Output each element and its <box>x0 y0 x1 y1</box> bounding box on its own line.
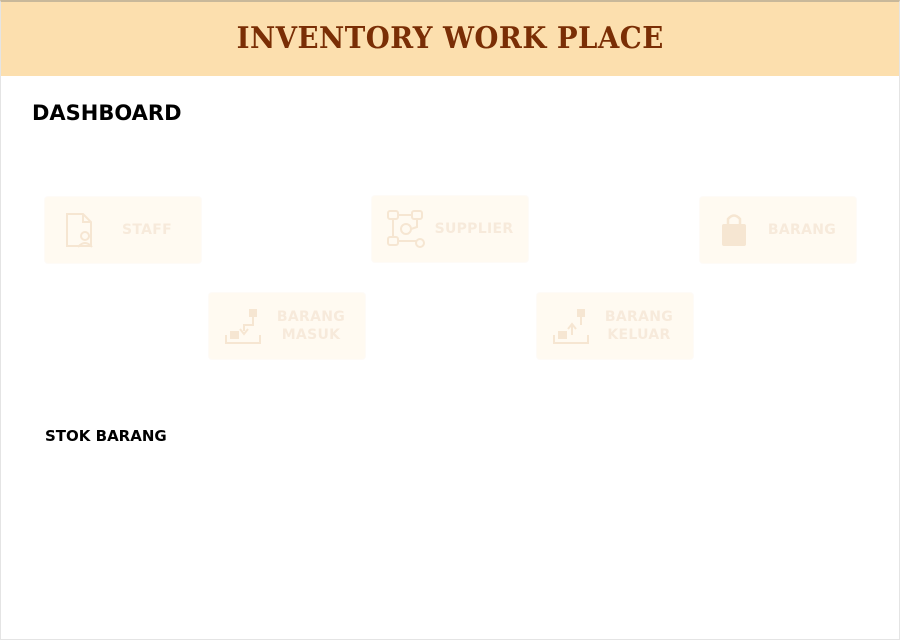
page-title: DASHBOARD <box>32 101 182 125</box>
barang-tile-label: BARANG <box>767 222 837 238</box>
supplier-tile-label: SUPPLIER <box>434 221 514 237</box>
staff-tile-label: STAFF <box>121 222 172 238</box>
stok-barang-heading: STOK BARANG <box>45 427 167 445</box>
box-outbound-icon <box>549 304 593 348</box>
barang-tile-button[interactable]: BARANG <box>700 197 856 263</box>
barang-keluar-tile-button[interactable]: BARANG KELUAR <box>537 293 693 359</box>
app-title: INVENTORY WORK PLACE <box>236 20 664 56</box>
top-header-bar: INVENTORY WORK PLACE <box>1 2 899 76</box>
barang-masuk-tile-label: BARANG MASUK <box>276 309 346 343</box>
barang-masuk-tile-button[interactable]: BARANG MASUK <box>209 293 365 359</box>
supplier-network-icon <box>384 207 428 251</box>
barang-keluar-tile-label: BARANG KELUAR <box>604 309 674 343</box>
app-window: INVENTORY WORK PLACE DASHBOARD STAFF SUP… <box>0 0 900 640</box>
shopping-bag-icon <box>712 208 756 252</box>
staff-tile-button[interactable]: STAFF <box>45 197 201 263</box>
staff-document-user-icon <box>57 208 101 252</box>
box-inbound-icon <box>221 304 265 348</box>
supplier-tile-button[interactable]: SUPPLIER <box>372 196 528 262</box>
